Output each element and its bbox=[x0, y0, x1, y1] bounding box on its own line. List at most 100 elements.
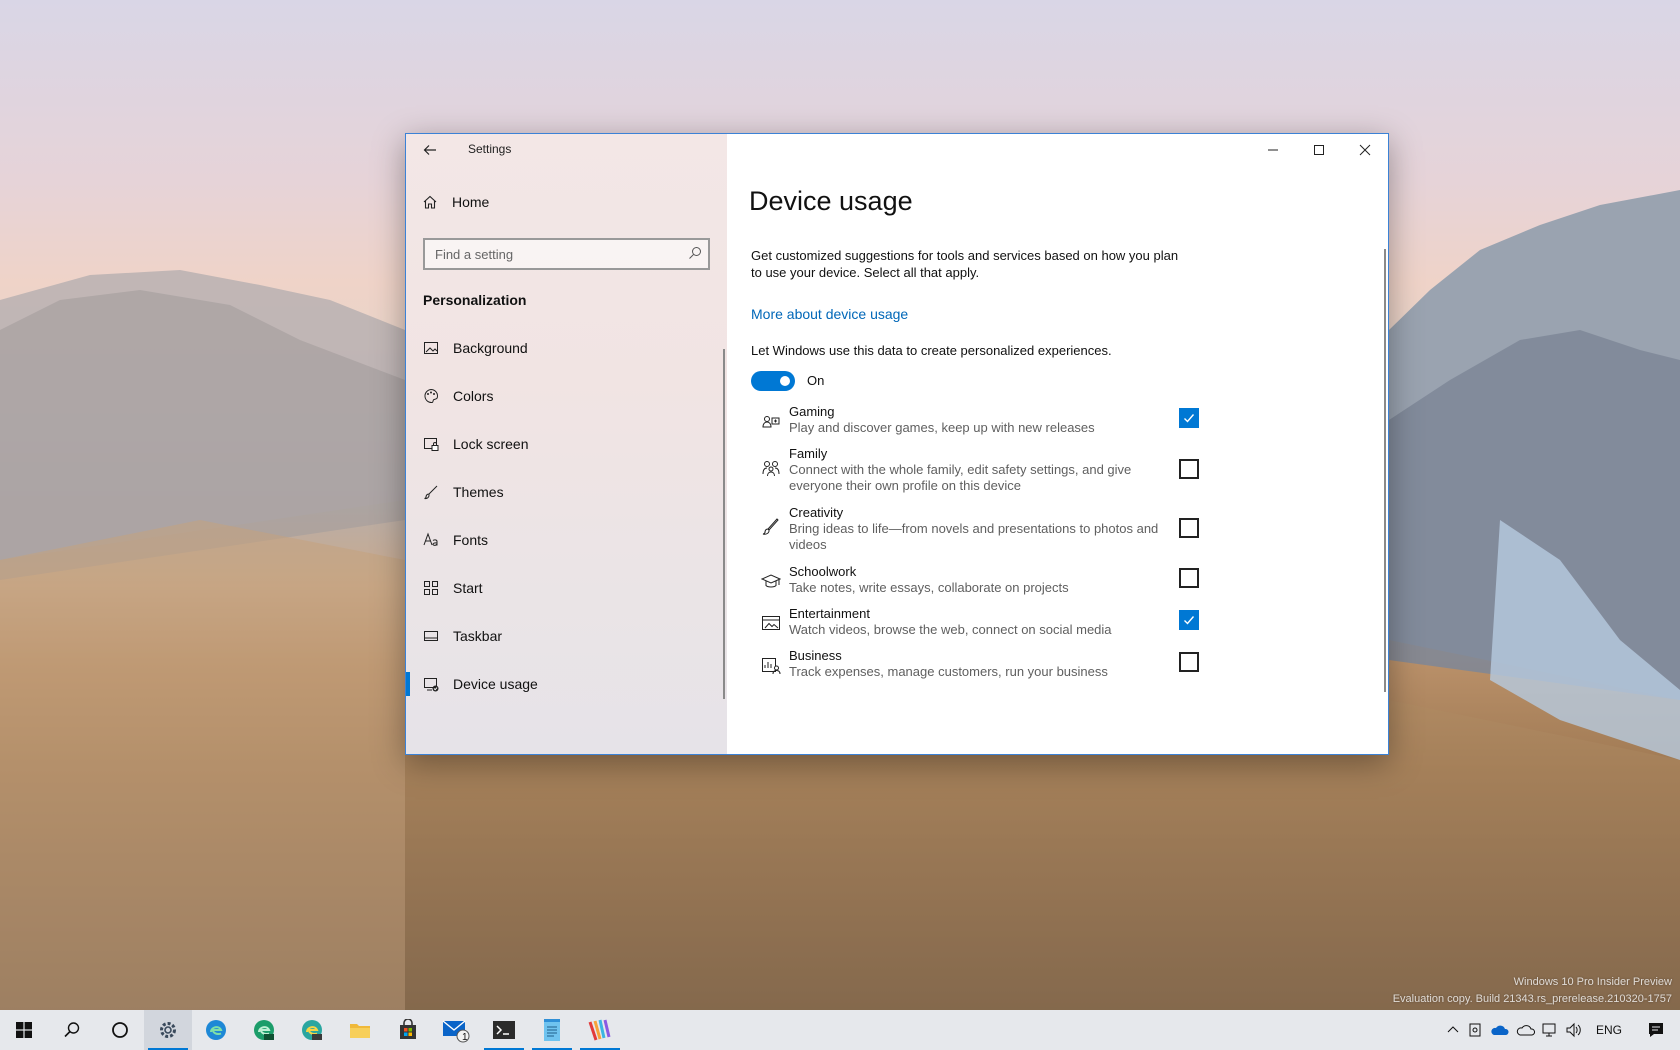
sidebar-item-background[interactable]: Background bbox=[406, 324, 727, 372]
home-icon bbox=[423, 195, 437, 209]
tray-onedrive-personal-button[interactable] bbox=[1512, 1010, 1538, 1050]
sidebar-item-lock-screen[interactable]: Lock screen bbox=[406, 420, 727, 468]
option-description: Bring ideas to life—from novels and pres… bbox=[789, 521, 1159, 552]
minimize-icon bbox=[1268, 149, 1278, 151]
sidebar-scrollbar[interactable] bbox=[723, 349, 725, 699]
gaming-icon bbox=[759, 409, 783, 433]
search-box bbox=[423, 238, 710, 270]
taskbar-app-file-explorer[interactable] bbox=[336, 1010, 384, 1050]
sidebar: Settings Home Personalization Background bbox=[406, 134, 727, 754]
taskbar-icon bbox=[423, 628, 439, 644]
toggle-knob bbox=[780, 376, 790, 386]
close-button[interactable] bbox=[1342, 134, 1388, 166]
cloud-icon bbox=[1516, 1025, 1535, 1036]
option-text: Gaming Play and discover games, keep up … bbox=[789, 404, 1169, 436]
tray-onedrive-button[interactable] bbox=[1486, 1010, 1512, 1050]
option-title: Entertainment bbox=[789, 606, 870, 621]
notepad-icon bbox=[544, 1019, 560, 1041]
option-schoolwork: Schoolwork Take notes, write essays, col… bbox=[751, 564, 1231, 606]
family-icon bbox=[759, 456, 783, 480]
show-hidden-icons-button[interactable] bbox=[1442, 1010, 1464, 1050]
maximize-button[interactable] bbox=[1296, 134, 1342, 166]
option-business: Business Track expenses, manage customer… bbox=[751, 648, 1231, 690]
taskbar-app-notepad[interactable] bbox=[528, 1010, 576, 1050]
taskbar-search-button[interactable] bbox=[48, 1010, 96, 1050]
sidebar-item-device-usage[interactable]: Device usage bbox=[406, 660, 727, 708]
start-icon bbox=[16, 1022, 32, 1038]
entertainment-checkbox[interactable] bbox=[1179, 610, 1199, 630]
app-title: Settings bbox=[468, 142, 512, 156]
more-about-link[interactable]: More about device usage bbox=[751, 306, 908, 322]
checkmark-icon bbox=[1184, 414, 1195, 423]
taskbar-app-terminal[interactable] bbox=[480, 1010, 528, 1050]
volume-icon bbox=[1566, 1022, 1581, 1038]
main-content: Device usage Get customized suggestions … bbox=[727, 134, 1388, 754]
taskbar-app-edge-dev[interactable] bbox=[240, 1010, 288, 1050]
section-title: Personalization bbox=[423, 292, 527, 308]
sidebar-item-fonts[interactable]: Fonts bbox=[406, 516, 727, 564]
taskbar-app-mail[interactable]: 1 bbox=[432, 1010, 480, 1050]
option-description: Watch videos, browse the web, connect on… bbox=[789, 622, 1112, 637]
search-icon[interactable] bbox=[688, 246, 702, 260]
back-arrow-icon bbox=[423, 145, 436, 155]
titlebar: Settings bbox=[406, 134, 727, 166]
action-center-button[interactable] bbox=[1632, 1010, 1680, 1050]
gaming-checkbox[interactable] bbox=[1179, 408, 1199, 428]
sidebar-item-label: Start bbox=[453, 580, 483, 596]
taskbar-app-edge[interactable] bbox=[192, 1010, 240, 1050]
nav-home[interactable]: Home bbox=[422, 194, 489, 210]
option-text: Entertainment Watch videos, browse the w… bbox=[789, 606, 1169, 638]
personalized-experiences-toggle[interactable] bbox=[751, 371, 795, 391]
system-tray: ENG bbox=[1442, 1010, 1680, 1050]
tray-volume-button[interactable] bbox=[1562, 1010, 1586, 1050]
option-title: Schoolwork bbox=[789, 564, 857, 579]
taskbar: 1 ENG bbox=[0, 1010, 1680, 1050]
schoolwork-checkbox[interactable] bbox=[1179, 568, 1199, 588]
tray-network-button[interactable] bbox=[1538, 1010, 1562, 1050]
taskbar-app-settings[interactable] bbox=[144, 1010, 192, 1050]
back-button[interactable] bbox=[416, 138, 444, 162]
business-icon bbox=[759, 653, 783, 677]
sidebar-item-themes[interactable]: Themes bbox=[406, 468, 727, 516]
entertainment-icon bbox=[759, 611, 783, 635]
device-usage-icon bbox=[423, 676, 439, 692]
onedrive-icon bbox=[1491, 1025, 1509, 1035]
taskbar-app-edge-canary[interactable] bbox=[288, 1010, 336, 1050]
taskbar-app-paint[interactable] bbox=[576, 1010, 624, 1050]
tray-security-button[interactable] bbox=[1464, 1010, 1486, 1050]
content-scrollbar[interactable] bbox=[1384, 249, 1386, 692]
input-language-indicator[interactable]: ENG bbox=[1586, 1010, 1632, 1050]
sidebar-item-colors[interactable]: Colors bbox=[406, 372, 727, 420]
sidebar-item-label: Fonts bbox=[453, 532, 489, 548]
option-text: Schoolwork Take notes, write essays, col… bbox=[789, 564, 1169, 596]
family-checkbox[interactable] bbox=[1179, 459, 1199, 479]
cortana-button[interactable] bbox=[96, 1010, 144, 1050]
start-button[interactable] bbox=[0, 1010, 48, 1050]
sidebar-item-start[interactable]: Start bbox=[406, 564, 727, 612]
terminal-icon bbox=[493, 1021, 515, 1039]
sidebar-item-label: Themes bbox=[453, 484, 504, 500]
maximize-icon bbox=[1314, 145, 1324, 155]
minimize-button[interactable] bbox=[1250, 134, 1296, 166]
schoolwork-icon bbox=[759, 569, 783, 593]
option-family: Family Connect with the whole family, ed… bbox=[751, 446, 1231, 505]
option-title: Family bbox=[789, 446, 828, 461]
lock-screen-icon bbox=[423, 436, 439, 452]
cortana-icon bbox=[112, 1022, 128, 1038]
usage-options: Gaming Play and discover games, keep up … bbox=[751, 404, 1231, 690]
mail-badge: 1 bbox=[462, 1032, 468, 1043]
option-title: Gaming bbox=[789, 404, 835, 419]
taskbar-app-store[interactable] bbox=[384, 1010, 432, 1050]
sidebar-item-label: Lock screen bbox=[453, 436, 529, 452]
notification-icon bbox=[1649, 1023, 1663, 1037]
page-title: Device usage bbox=[749, 186, 913, 216]
creativity-checkbox[interactable] bbox=[1179, 518, 1199, 538]
close-icon bbox=[1359, 144, 1371, 156]
sidebar-item-taskbar[interactable]: Taskbar bbox=[406, 612, 727, 660]
wallpaper-watermark-line1: Windows 10 Pro Insider Preview bbox=[1513, 976, 1672, 988]
option-creativity: Creativity Bring ideas to life—from nove… bbox=[751, 505, 1231, 564]
search-input[interactable] bbox=[425, 240, 675, 268]
option-text: Business Track expenses, manage customer… bbox=[789, 648, 1169, 680]
edge-icon bbox=[206, 1020, 226, 1040]
business-checkbox[interactable] bbox=[1179, 652, 1199, 672]
